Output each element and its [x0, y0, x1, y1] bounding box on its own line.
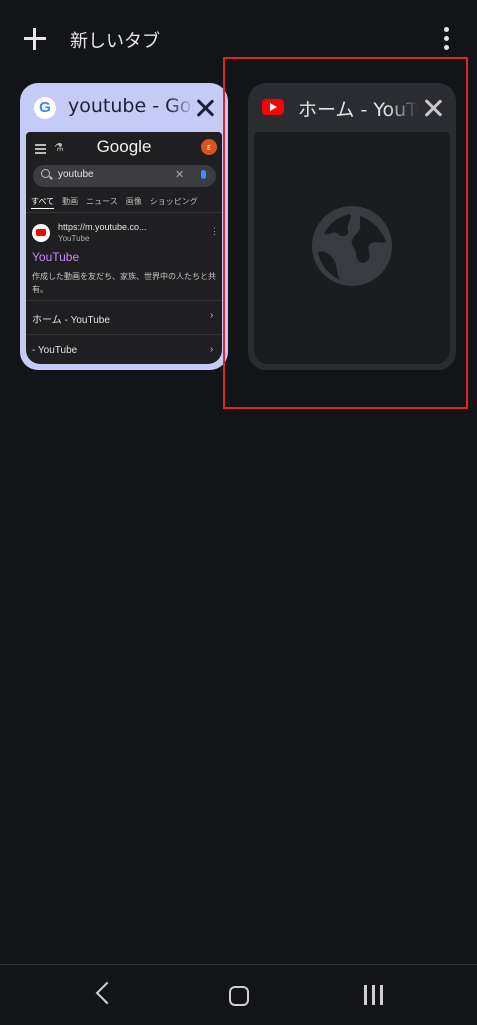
clear-icon: ✕: [175, 169, 185, 181]
selection-highlight-box: [223, 57, 468, 409]
filter-tab: 動画: [62, 197, 79, 206]
filter-tab: 画像: [125, 197, 142, 206]
result-title: YouTube: [32, 250, 80, 264]
tab-title: youtube - Google: [68, 95, 194, 117]
sub-link: - YouTube: [32, 345, 78, 356]
divider: [26, 212, 222, 213]
search-filter-tabs: すべて 動画 ニュース 画像 ショッピング: [31, 196, 206, 209]
tab-card-header: G youtube - Google: [20, 83, 228, 132]
divider: [26, 300, 222, 301]
divider: [26, 334, 222, 335]
chevron-right-icon: ›: [210, 344, 214, 355]
back-icon[interactable]: [95, 981, 119, 1005]
search-box: youtube ✕: [33, 165, 216, 187]
filter-tab: ショッピング: [149, 197, 198, 206]
avatar: ε: [201, 139, 217, 155]
google-icon: G: [34, 97, 56, 119]
result-url: https://m.youtube.co...: [58, 222, 147, 232]
search-query: youtube: [58, 169, 94, 180]
plus-icon[interactable]: [20, 24, 50, 54]
google-logo: Google: [96, 137, 152, 156]
home-icon[interactable]: [229, 986, 249, 1006]
sub-link: ホーム - YouTube: [32, 315, 110, 326]
system-navigation-bar: [0, 964, 477, 1025]
youtube-icon: [32, 224, 50, 242]
tab-preview: ⚗ Google ε youtube ✕ すべて 動画 ニュース 画像 ショッピング h…: [26, 132, 222, 364]
tab-card-google-search[interactable]: G youtube - Google ⚗ Google ε youtube ✕ …: [20, 83, 228, 370]
close-icon[interactable]: [196, 99, 214, 117]
mic-icon: [201, 170, 206, 179]
more-vert-icon: ⋮: [210, 226, 219, 236]
more-vert-icon[interactable]: [438, 27, 456, 51]
new-tab-label[interactable]: 新しいタブ: [70, 27, 160, 53]
search-icon: [41, 169, 50, 178]
chevron-right-icon: ›: [210, 310, 214, 321]
result-site: YouTube: [58, 234, 90, 243]
recents-icon[interactable]: [364, 985, 384, 1005]
result-snippet: 作成した動画を友だち、家族、世界中の人たちと共有。: [32, 272, 216, 294]
filter-tab: ニュース: [86, 197, 118, 206]
filter-tab: すべて: [31, 197, 55, 209]
